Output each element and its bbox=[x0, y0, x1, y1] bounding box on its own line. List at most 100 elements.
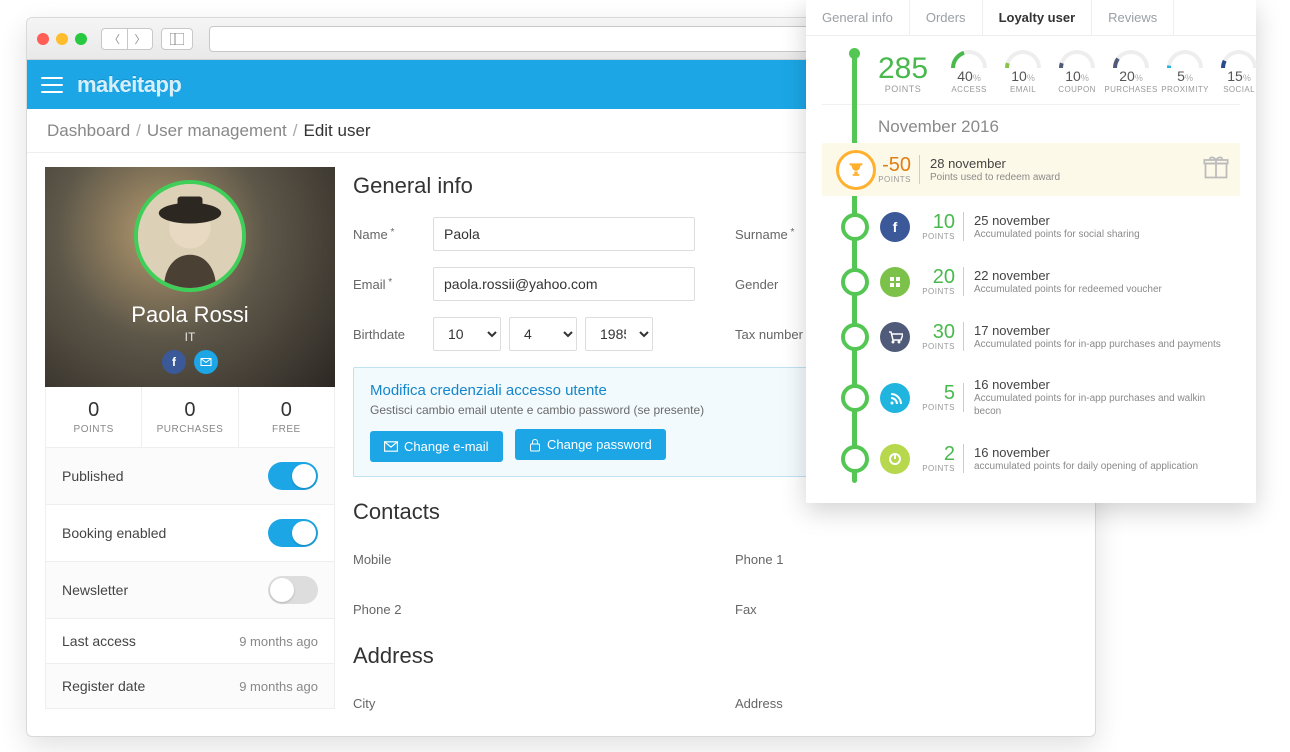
gift-icon bbox=[1202, 153, 1230, 186]
loyalty-timeline: -50POINTS 28 novemberPoints used to rede… bbox=[822, 143, 1240, 483]
breadcrumb-current: Edit user bbox=[303, 121, 370, 141]
row-register-date: Register date 9 months ago bbox=[46, 664, 334, 708]
phone2-value bbox=[433, 593, 695, 627]
stat-points: 0POINTS bbox=[46, 387, 142, 447]
timeline-item: f 10POINTS 25 novemberAccumulated points… bbox=[822, 202, 1240, 251]
user-sidebar: Paola Rossi IT f 0POINTS 0PURCHASES 0FRE… bbox=[45, 167, 335, 722]
activity-icon bbox=[880, 267, 910, 297]
sidebar-icon bbox=[170, 33, 184, 45]
breadcrumb-usermgmt[interactable]: User management bbox=[147, 121, 287, 141]
facebook-icon[interactable]: f bbox=[162, 350, 186, 374]
stat-free: 0FREE bbox=[239, 387, 334, 447]
phone1-value bbox=[815, 543, 1077, 577]
section-address-title: Address bbox=[353, 643, 1077, 669]
timeline-item: -50POINTS 28 novemberPoints used to rede… bbox=[822, 143, 1240, 196]
nav-back-button[interactable]: 〈 bbox=[101, 28, 127, 50]
mail-icon[interactable] bbox=[194, 350, 218, 374]
profile-hero: Paola Rossi IT f bbox=[45, 167, 335, 387]
loyalty-panel: General info Orders Loyalty user Reviews… bbox=[806, 0, 1256, 503]
profile-social: f bbox=[162, 350, 218, 374]
profile-name: Paola Rossi bbox=[131, 302, 248, 328]
timeline-node bbox=[841, 268, 869, 296]
row-booking: Booking enabled bbox=[46, 505, 334, 562]
change-email-button[interactable]: Change e-mail bbox=[370, 431, 503, 462]
profile-country: IT bbox=[185, 330, 196, 344]
tab-orders[interactable]: Orders bbox=[910, 0, 983, 35]
trophy-icon bbox=[836, 150, 876, 190]
timeline-month: November 2016 bbox=[806, 105, 1256, 143]
change-password-button[interactable]: Change password bbox=[515, 429, 666, 460]
newsletter-toggle[interactable] bbox=[268, 576, 318, 604]
close-window-icon[interactable] bbox=[37, 33, 49, 45]
birth-day-select[interactable]: 10 bbox=[433, 317, 501, 351]
tab-general[interactable]: General info bbox=[806, 0, 910, 35]
avatar bbox=[134, 180, 246, 292]
booking-toggle[interactable] bbox=[268, 519, 318, 547]
stat-purchases: 0PURCHASES bbox=[142, 387, 238, 447]
timeline-node bbox=[841, 213, 869, 241]
gauge-access: 40% ACCESS bbox=[944, 50, 994, 94]
gauge-proximity: 5% PROXIMITY bbox=[1160, 50, 1210, 94]
row-label: Last access bbox=[62, 633, 136, 649]
row-value: 9 months ago bbox=[239, 679, 318, 694]
activity-icon bbox=[880, 383, 910, 413]
birth-month-select[interactable]: 4 bbox=[509, 317, 577, 351]
timeline-node bbox=[841, 384, 869, 412]
tab-overview-button[interactable] bbox=[161, 28, 193, 50]
gauge-purchases: 20% PURCHASES bbox=[1106, 50, 1156, 94]
svg-text:f: f bbox=[893, 219, 898, 235]
surname-label: Surname bbox=[735, 227, 815, 242]
gender-label: Gender bbox=[735, 277, 815, 292]
nav-back-forward: 〈 〉 bbox=[101, 28, 153, 50]
menu-button[interactable] bbox=[41, 77, 63, 93]
profile-stats: 0POINTS 0PURCHASES 0FREE bbox=[45, 387, 335, 448]
email-label: Email bbox=[353, 277, 433, 292]
maximize-window-icon[interactable] bbox=[75, 33, 87, 45]
row-published: Published bbox=[46, 448, 334, 505]
timeline-item: 20POINTS 22 novemberAccumulated points f… bbox=[822, 257, 1240, 306]
nav-forward-button[interactable]: 〉 bbox=[127, 28, 153, 50]
app-logo: makeitapp bbox=[77, 72, 181, 98]
row-label: Published bbox=[62, 468, 124, 484]
loyalty-tabs: General info Orders Loyalty user Reviews bbox=[806, 0, 1256, 36]
activity-icon bbox=[880, 444, 910, 474]
lock-icon bbox=[529, 438, 541, 452]
published-toggle[interactable] bbox=[268, 462, 318, 490]
tax-label: Tax number bbox=[735, 327, 815, 342]
gauge-social: 15% SOCIAL bbox=[1214, 50, 1264, 94]
mobile-label: Mobile bbox=[353, 552, 433, 567]
row-last-access: Last access 9 months ago bbox=[46, 619, 334, 664]
fax-label: Fax bbox=[735, 602, 815, 617]
timeline-item: 5POINTS 16 novemberAccumulated points fo… bbox=[822, 367, 1240, 428]
address-value bbox=[815, 687, 1077, 721]
minimize-window-icon[interactable] bbox=[56, 33, 68, 45]
row-value: 9 months ago bbox=[239, 634, 318, 649]
timeline-item: 2POINTS 16 novemberaccumulated points fo… bbox=[822, 434, 1240, 483]
name-label: Name bbox=[353, 227, 433, 242]
phone1-label: Phone 1 bbox=[735, 552, 815, 567]
profile-settings-list: Published Booking enabled Newsletter Las… bbox=[45, 448, 335, 709]
button-label: Change e-mail bbox=[404, 439, 489, 454]
address-label: Address bbox=[735, 696, 815, 711]
tab-reviews[interactable]: Reviews bbox=[1092, 0, 1174, 35]
tab-loyalty[interactable]: Loyalty user bbox=[983, 0, 1093, 35]
button-label: Change password bbox=[547, 437, 652, 452]
timeline-node bbox=[841, 445, 869, 473]
row-label: Register date bbox=[62, 678, 145, 694]
name-input[interactable] bbox=[433, 217, 695, 251]
loyalty-summary: 285 POINTS 40% ACCESS 10% EMAIL 10% COUP… bbox=[822, 36, 1240, 105]
birth-year-select[interactable]: 1985 bbox=[585, 317, 653, 351]
total-points: 285 POINTS bbox=[878, 54, 928, 94]
row-newsletter: Newsletter bbox=[46, 562, 334, 619]
fax-value bbox=[815, 593, 1077, 627]
timeline-node bbox=[841, 323, 869, 351]
birth-label: Birthdate bbox=[353, 327, 433, 342]
email-input[interactable] bbox=[433, 267, 695, 301]
timeline-item: 30POINTS 17 novemberAccumulated points f… bbox=[822, 312, 1240, 361]
activity-icon bbox=[880, 322, 910, 352]
breadcrumb-dashboard[interactable]: Dashboard bbox=[47, 121, 130, 141]
phone2-label: Phone 2 bbox=[353, 602, 433, 617]
gauge-email: 10% EMAIL bbox=[998, 50, 1048, 94]
mobile-value bbox=[433, 543, 695, 577]
gauge-coupon: 10% COUPON bbox=[1052, 50, 1102, 94]
